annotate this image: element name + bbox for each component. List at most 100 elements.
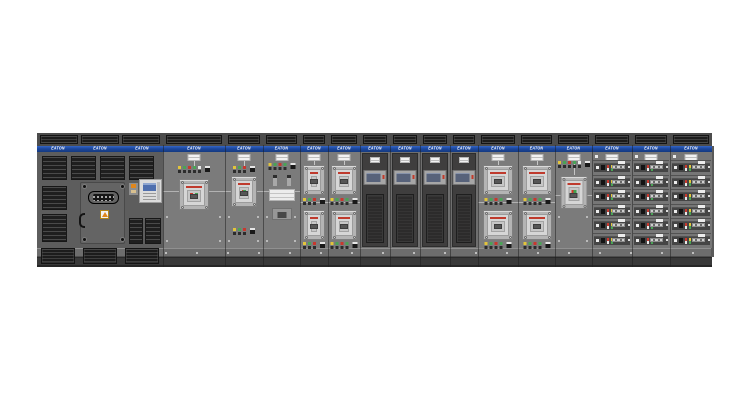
bucket-end-screw [666,239,668,241]
brand-band: EATONEATONEATON [37,146,163,152]
brand-logo: EATON [233,147,256,151]
section-mcc-column-2: EATON [632,133,670,267]
label-plate [131,190,136,193]
breaker-faceplate [335,214,353,236]
cabinet-body [360,152,390,248]
breaker-screw [509,212,512,215]
panel-screw [294,216,296,218]
bucket-handle [612,180,625,184]
bucket-handle [650,165,663,169]
column-latch [595,155,598,158]
panel-screw [266,240,268,242]
filter-vent-label [338,154,351,161]
breaker-rating-strip [338,172,350,174]
selector-switch [205,166,210,172]
bucket-pilot-lights [607,238,609,244]
indicator-light-cluster [303,198,325,204]
status-lamp-block [129,183,138,195]
indicator-light-cluster [268,163,295,169]
breaker-screw [485,191,488,194]
hazard-warning-label [100,210,109,219]
bucket-switch [679,238,683,243]
bucket-handle [692,223,705,227]
cabinet-body [390,152,420,248]
roof-vent-grille [595,135,629,144]
breaker-screw [253,203,256,206]
mcc-bucket [671,204,711,217]
filter-vent-label [308,154,321,161]
bucket-switch [679,180,683,185]
bucket-switch [641,209,645,214]
bucket-switch [601,238,605,243]
bucket-end-screw [666,166,668,168]
bucket-reset-button [596,166,599,169]
door-screw [121,185,124,188]
amber-lamp [131,184,136,188]
filter-vent-label [275,154,288,161]
bucket-reset-button [636,239,639,242]
section-mcc-column-1: EATON [592,133,632,267]
breaker-screw [524,191,527,194]
bucket-reset-button [636,224,639,227]
door-screw [121,238,124,241]
multipin-connector [88,191,119,204]
perforated-door [456,194,472,243]
pilot-light [313,242,316,245]
bucket-reset-button [674,210,677,213]
brand-logo: EATON [600,147,624,151]
indicator-light-cluster [485,242,512,248]
roof-vent-grille [40,135,78,144]
selector-switch [320,198,325,204]
brand-logo: EATON [486,147,510,151]
brand-logo: EATON [396,147,414,151]
bucket-handle [650,238,663,242]
selector-switch [507,198,512,204]
louver-vent-grille [71,156,96,180]
bucket-handle [692,180,705,184]
cabinet-body [420,152,450,248]
hmi-display [394,170,417,185]
indicator-light-cluster [523,242,550,248]
panel-screw [586,240,588,242]
roof-vent-panel [478,133,518,146]
breaker-screw [524,167,527,170]
selector-switch [250,228,255,234]
pilot-light [528,198,531,201]
breaker-screw [305,167,308,170]
drive-cabinet-front [392,153,418,247]
breaker-rating-strip [490,172,506,174]
bucket-handle [650,180,663,184]
hmi-screen [456,173,470,182]
perforated-door [366,194,384,243]
breaker-screw [524,212,527,215]
mcc-bucket [633,233,669,246]
filter-vent-label [238,154,251,161]
racking-port [310,179,318,184]
brand-band: EATON [300,146,328,152]
brand-band: EATON [225,146,263,152]
cabinet-body [478,152,518,248]
drawout-circuit-breaker [179,179,209,210]
breaker-screw [548,191,551,194]
roof-vent-panel [592,133,632,146]
switchgear-lineup: EATONEATONEATONEATONEATONEATONEATONEATON… [37,133,712,267]
base-vent-grille [83,248,117,264]
breaker-screw [205,181,208,184]
indicator-light-cluster [331,198,358,204]
louver-vent-grille [100,156,125,180]
section-feeder-acb-3: EATON [555,133,592,267]
brand-band: EATON [390,146,420,152]
panel-screw [228,216,230,218]
meter-plate [269,189,295,201]
breaker-screw [321,167,324,170]
bucket-label [656,234,663,237]
drawout-circuit-breaker [483,210,513,240]
breaker-screw [524,236,527,239]
indicator-light-cluster [303,242,325,248]
pilot-light [341,198,344,201]
cabinet-body [555,152,592,248]
bucket-handle [692,209,705,213]
bucket-label [656,176,663,179]
drawout-circuit-breaker [331,210,357,240]
pilot-light [533,198,536,201]
